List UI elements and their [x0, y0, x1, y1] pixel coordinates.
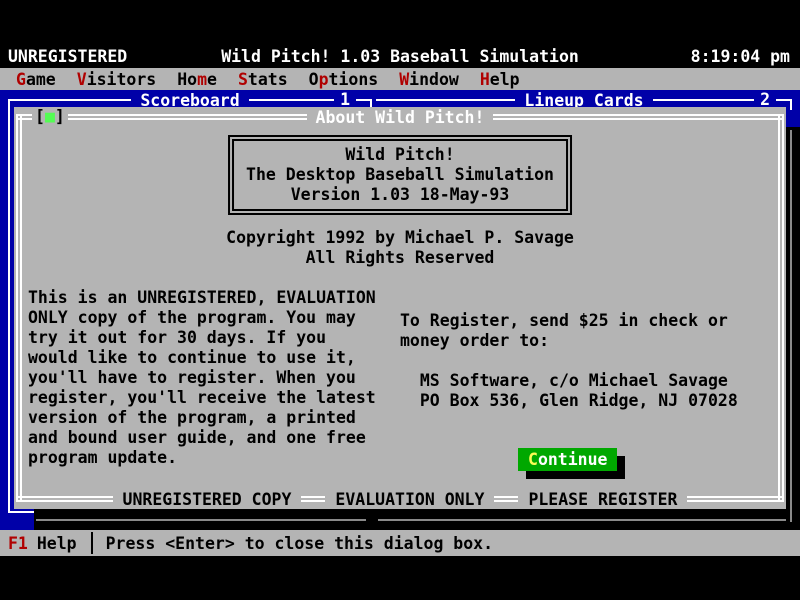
window-border-left [8, 99, 10, 513]
dialog-title-bar: [■] About Wild Pitch! [16, 107, 784, 127]
program-info-text: Wild Pitch! The Desktop Baseball Simulat… [232, 139, 568, 211]
dialog-footer: UNREGISTERED COPY EVALUATION ONLY PLEASE… [16, 489, 784, 509]
shadowed-window-border [36, 519, 366, 521]
dialog-title: About Wild Pitch! [307, 108, 494, 127]
clock: 8:19:04 pm [691, 47, 790, 66]
menu-item-help[interactable]: Help [480, 70, 520, 89]
footer-unregistered-copy: UNREGISTERED COPY [113, 490, 302, 509]
app-title-bar: UNREGISTERED Wild Pitch! 1.03 Baseball S… [0, 46, 800, 68]
status-bar: F1 Help Press <Enter> to close this dial… [0, 530, 800, 556]
window-corner [790, 99, 792, 110]
menu-item-visitors[interactable]: Visitors [77, 70, 156, 89]
shadowed-window-border [790, 130, 792, 522]
menu-bar: Game Visitors Home Stats Options Window … [0, 68, 800, 90]
footer-evaluation-only: EVALUATION ONLY [325, 490, 494, 509]
menu-item-window[interactable]: Window [399, 70, 459, 89]
status-message: Press <Enter> to close this dialog box. [106, 534, 493, 553]
close-icon: ■ [45, 107, 55, 126]
menu-item-options[interactable]: Options [309, 70, 379, 89]
about-dialog: [■] About Wild Pitch! Wild Pitch! The De… [14, 107, 786, 509]
continue-button[interactable]: Continue [518, 448, 617, 471]
program-info-box: Wild Pitch! The Desktop Baseball Simulat… [228, 135, 572, 215]
window-border-bottom [8, 511, 34, 513]
dialog-shadow [786, 127, 800, 530]
f1-key-hint: F1 [8, 534, 28, 553]
copyright-text: Copyright 1992 by Michael P. Savage All … [14, 228, 786, 268]
registration-address-text: To Register, send $25 in check or money … [400, 311, 738, 411]
dialog-border-right [778, 114, 784, 502]
f1-key-label: Help [37, 534, 77, 553]
menu-item-home[interactable]: Home [177, 70, 217, 89]
close-button[interactable]: [■] [32, 107, 68, 126]
evaluation-notice-text: This is an UNREGISTERED, EVALUATION ONLY… [28, 288, 376, 468]
shadowed-window-border [378, 519, 786, 521]
menu-item-game[interactable]: Game [16, 70, 56, 89]
desktop: Scoreboard 1 Lineup Cards 2 [■] About Wi… [0, 90, 800, 530]
menu-item-stats[interactable]: Stats [238, 70, 288, 89]
app-title: Wild Pitch! 1.03 Baseball Simulation [0, 47, 800, 66]
screen: UNREGISTERED Wild Pitch! 1.03 Baseball S… [0, 0, 800, 600]
footer-please-register: PLEASE REGISTER [518, 490, 687, 509]
status-bar-divider [91, 532, 93, 554]
dialog-border-left [16, 114, 22, 502]
